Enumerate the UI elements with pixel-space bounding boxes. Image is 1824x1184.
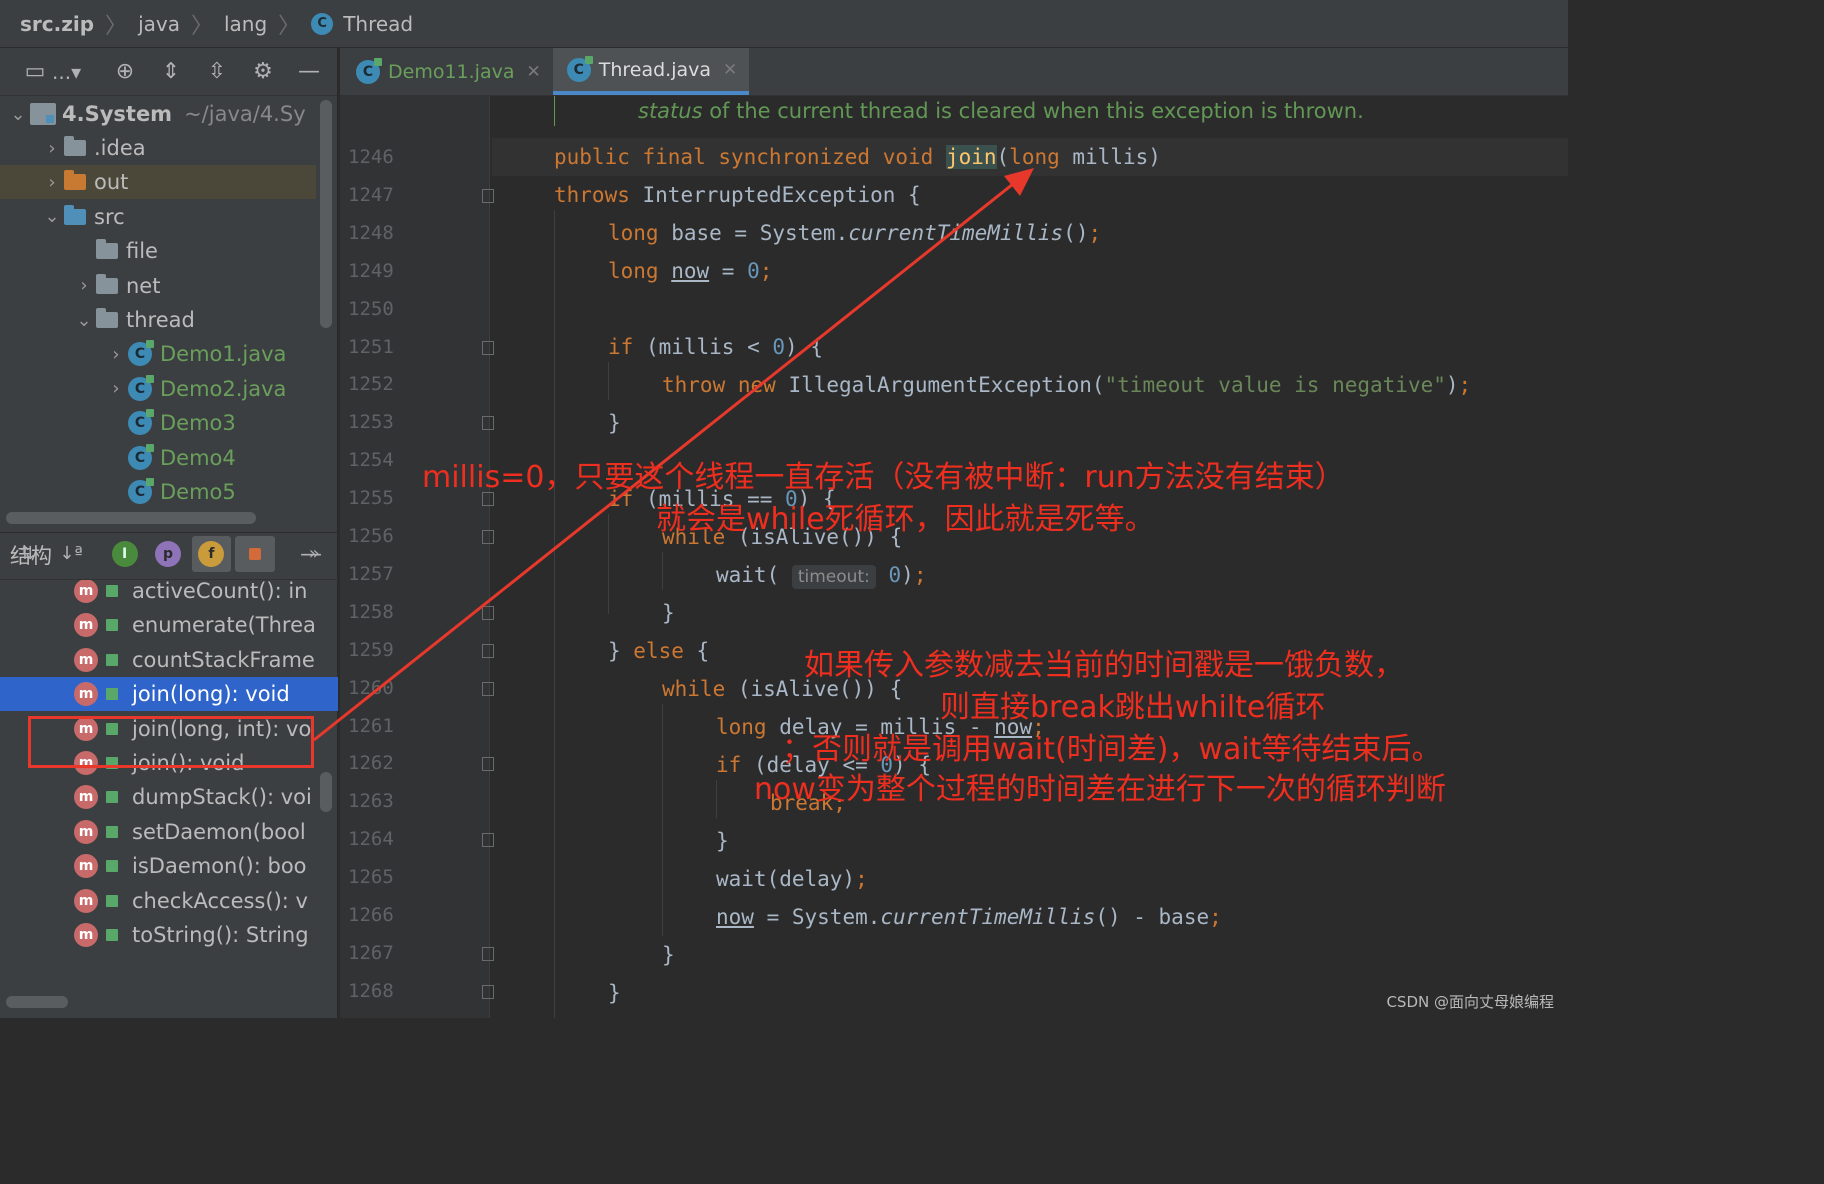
annotation-millis-zero: millis=0，只要这个线程一直存活（没有被中断：run方法没有结束） (422, 460, 1345, 495)
annotation-break: 则直接break跳出whilte循环 (940, 690, 1326, 725)
annotation-wait-diff: ；否则就是调用wait(时间差)，wait等待结束后。 (782, 732, 1442, 767)
annotation-now-diff: now变为整个过程的时间差在进行下一次的循环判断 (754, 772, 1446, 807)
annotation-negative: 如果传入参数减去当前的时间戳是一饿负数， (804, 648, 1404, 683)
watermark: CSDN @面向丈母娘编程 (1386, 993, 1554, 1011)
annotation-dead-wait: 就会是while死循环，因此就是死等。 (656, 502, 1155, 537)
